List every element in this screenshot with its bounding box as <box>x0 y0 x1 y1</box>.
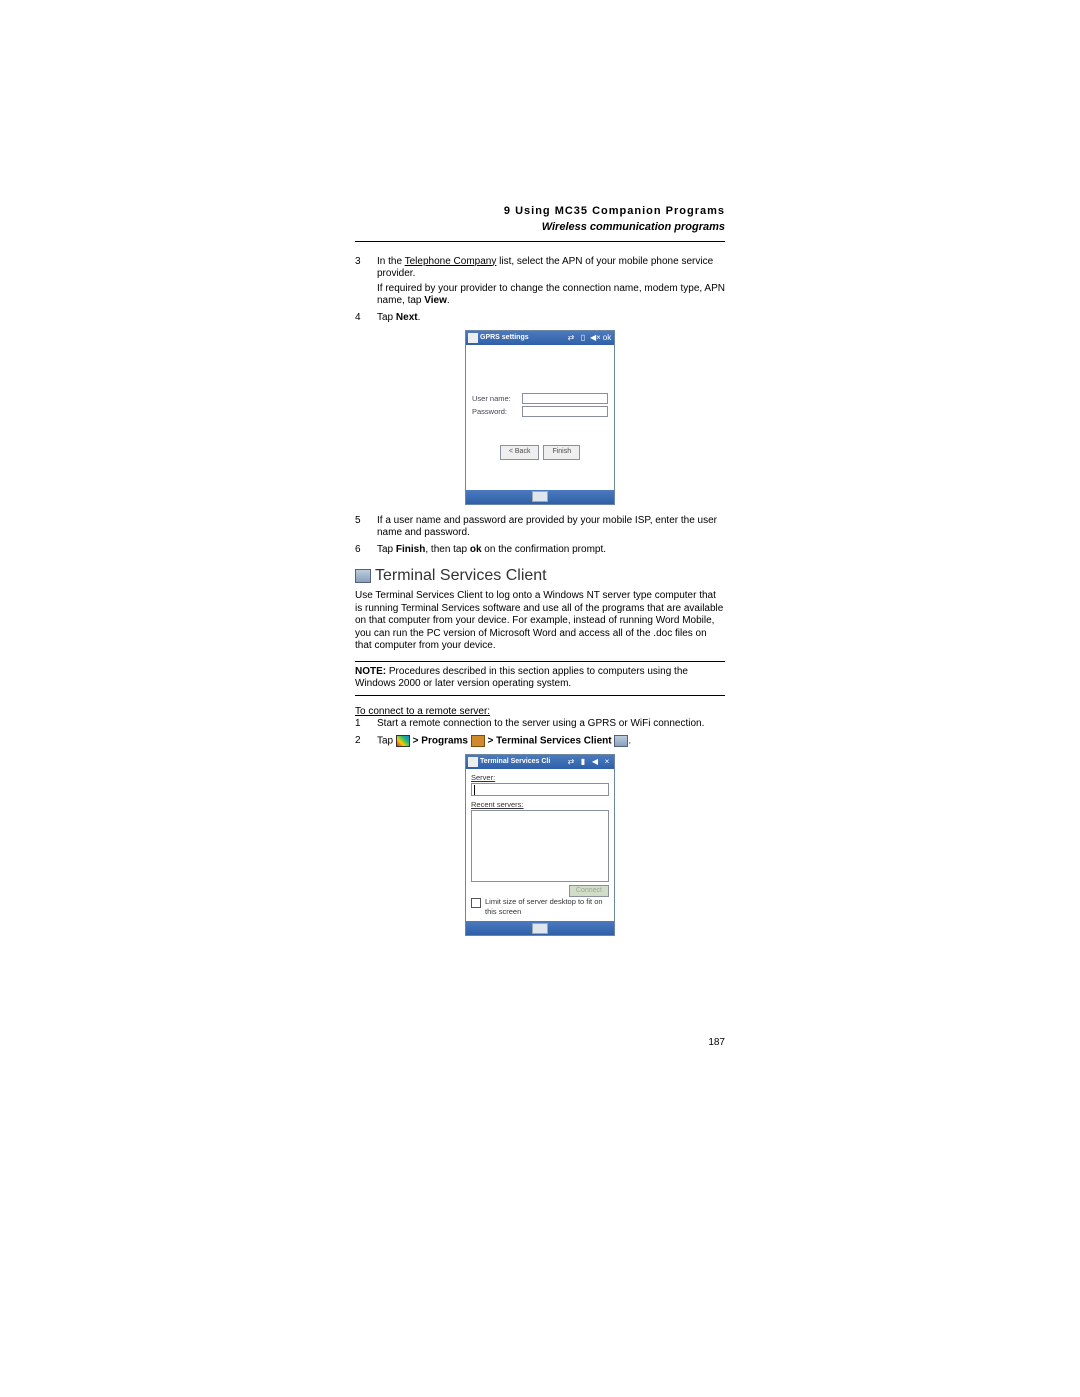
text: Tap <box>377 312 396 323</box>
text: Tap <box>377 735 396 746</box>
text: Tap <box>377 544 396 555</box>
header-rule <box>355 241 725 242</box>
step-text: Tap Next. <box>377 312 725 325</box>
finish-button[interactable]: Finish <box>543 445 580 460</box>
step-text: In the Telephone Company list, select th… <box>377 256 725 308</box>
volume-icon: ◀× <box>590 333 600 343</box>
manual-page: 9 Using MC35 Companion Programs Wireless… <box>0 0 1080 1397</box>
note-label: NOTE: <box>355 666 389 677</box>
terminal-services-icon <box>355 569 371 583</box>
username-label: User name: <box>472 394 522 403</box>
recent-servers-label: Recent servers: <box>471 800 609 809</box>
text-line: If required by your provider to change t… <box>377 283 725 308</box>
step-text: Tap > Programs > Terminal Services Clien… <box>377 735 725 748</box>
window-title: GPRS settings <box>480 334 529 343</box>
password-input[interactable] <box>522 406 608 417</box>
recent-servers-list[interactable] <box>471 810 609 882</box>
window-title: Terminal Services Cli <box>480 758 550 767</box>
keyboard-icon[interactable] <box>532 491 548 502</box>
step-text: Tap Finish, then tap ok on the confirmat… <box>377 544 725 557</box>
gprs-settings-screenshot: GPRS settings ⇄ ▯ ◀× ok User name: Passw… <box>465 330 615 505</box>
button-row: < Back Finish <box>472 445 608 460</box>
username-input[interactable] <box>522 393 608 404</box>
next-label: Next <box>396 312 418 323</box>
step-number: 2 <box>355 735 377 748</box>
terminal-services-body: Use Terminal Services Client to log onto… <box>355 590 725 653</box>
step-3: 3 In the Telephone Company list, select … <box>355 256 725 308</box>
step-number: 6 <box>355 544 377 557</box>
text: In the <box>377 256 405 267</box>
window-body: Server: Recent servers: Connect Limit si… <box>466 769 614 921</box>
windows-flag-icon <box>396 735 410 747</box>
keyboard-icon[interactable] <box>532 923 548 934</box>
connect-button[interactable]: Connect <box>569 885 609 898</box>
text: . <box>447 295 450 306</box>
limit-size-checkbox[interactable] <box>471 898 481 908</box>
ok-icon: ok <box>602 333 612 343</box>
signal-icon: ▮ <box>578 757 588 767</box>
limit-size-label: Limit size of server desktop to fit on t… <box>485 897 609 916</box>
password-label: Password: <box>472 407 522 416</box>
finish-label: Finish <box>396 544 425 555</box>
programs-folder-icon <box>471 735 485 747</box>
step-number: 1 <box>355 718 377 731</box>
bottombar <box>466 490 614 504</box>
sync-icon: ⇄ <box>566 757 576 767</box>
battery-icon: ▯ <box>578 333 588 343</box>
step-6: 6 Tap Finish, then tap ok on the confirm… <box>355 544 725 557</box>
limit-size-row: Limit size of server desktop to fit on t… <box>471 897 609 916</box>
sync-icon: ⇄ <box>566 333 576 343</box>
step-text: If a user name and password are provided… <box>377 515 725 540</box>
section-title-header: Wireless communication programs <box>355 221 725 235</box>
text: . <box>628 735 631 746</box>
step-text: Start a remote connection to the server … <box>377 718 725 731</box>
titlebar: Terminal Services Cli ⇄ ▮ ◀ × <box>466 755 614 769</box>
volume-icon: ◀ <box>590 757 600 767</box>
step-5: 5 If a user name and password are provid… <box>355 515 725 540</box>
step-number: 5 <box>355 515 377 540</box>
password-row: Password: <box>472 406 608 417</box>
proc-step-2: 2 Tap > Programs > Terminal Services Cli… <box>355 735 725 748</box>
bottombar <box>466 921 614 935</box>
programs-label: > Programs <box>410 735 471 746</box>
text: . <box>418 312 421 323</box>
step-number: 3 <box>355 256 377 308</box>
step-number: 4 <box>355 312 377 325</box>
note-text: Procedures described in this section app… <box>355 666 688 690</box>
username-row: User name: <box>472 393 608 404</box>
proc-step-1: 1 Start a remote connection to the serve… <box>355 718 725 731</box>
terminal-services-icon <box>614 735 628 747</box>
server-input[interactable] <box>471 783 609 796</box>
text: on the confirmation prompt. <box>482 544 607 555</box>
text-cursor <box>474 785 475 795</box>
titlebar: GPRS settings ⇄ ▯ ◀× ok <box>466 331 614 345</box>
window-body: User name: Password: < Back Finish <box>466 345 614 490</box>
procedure-title: To connect to a remote server: <box>355 706 725 719</box>
start-flag-icon <box>468 757 478 767</box>
heading-text: Terminal Services Client <box>375 566 547 586</box>
close-icon: × <box>602 757 612 767</box>
start-flag-icon <box>468 333 478 343</box>
telephone-company-link: Telephone Company <box>405 256 497 267</box>
terminal-services-screenshot: Terminal Services Cli ⇄ ▮ ◀ × Server: Re… <box>465 754 615 936</box>
step-4: 4 Tap Next. <box>355 312 725 325</box>
ok-label: ok <box>470 544 482 555</box>
back-button[interactable]: < Back <box>500 445 540 460</box>
tsc-label: > Terminal Services Client <box>485 735 615 746</box>
terminal-services-heading: Terminal Services Client <box>355 566 725 586</box>
page-number: 187 <box>708 1037 725 1048</box>
text: , then tap <box>425 544 469 555</box>
view-label: View <box>424 295 447 306</box>
server-label: Server: <box>471 773 609 782</box>
content-column: 9 Using MC35 Companion Programs Wireless… <box>355 205 725 946</box>
note-box: NOTE: Procedures described in this secti… <box>355 661 725 696</box>
chapter-title: 9 Using MC35 Companion Programs <box>355 205 725 219</box>
